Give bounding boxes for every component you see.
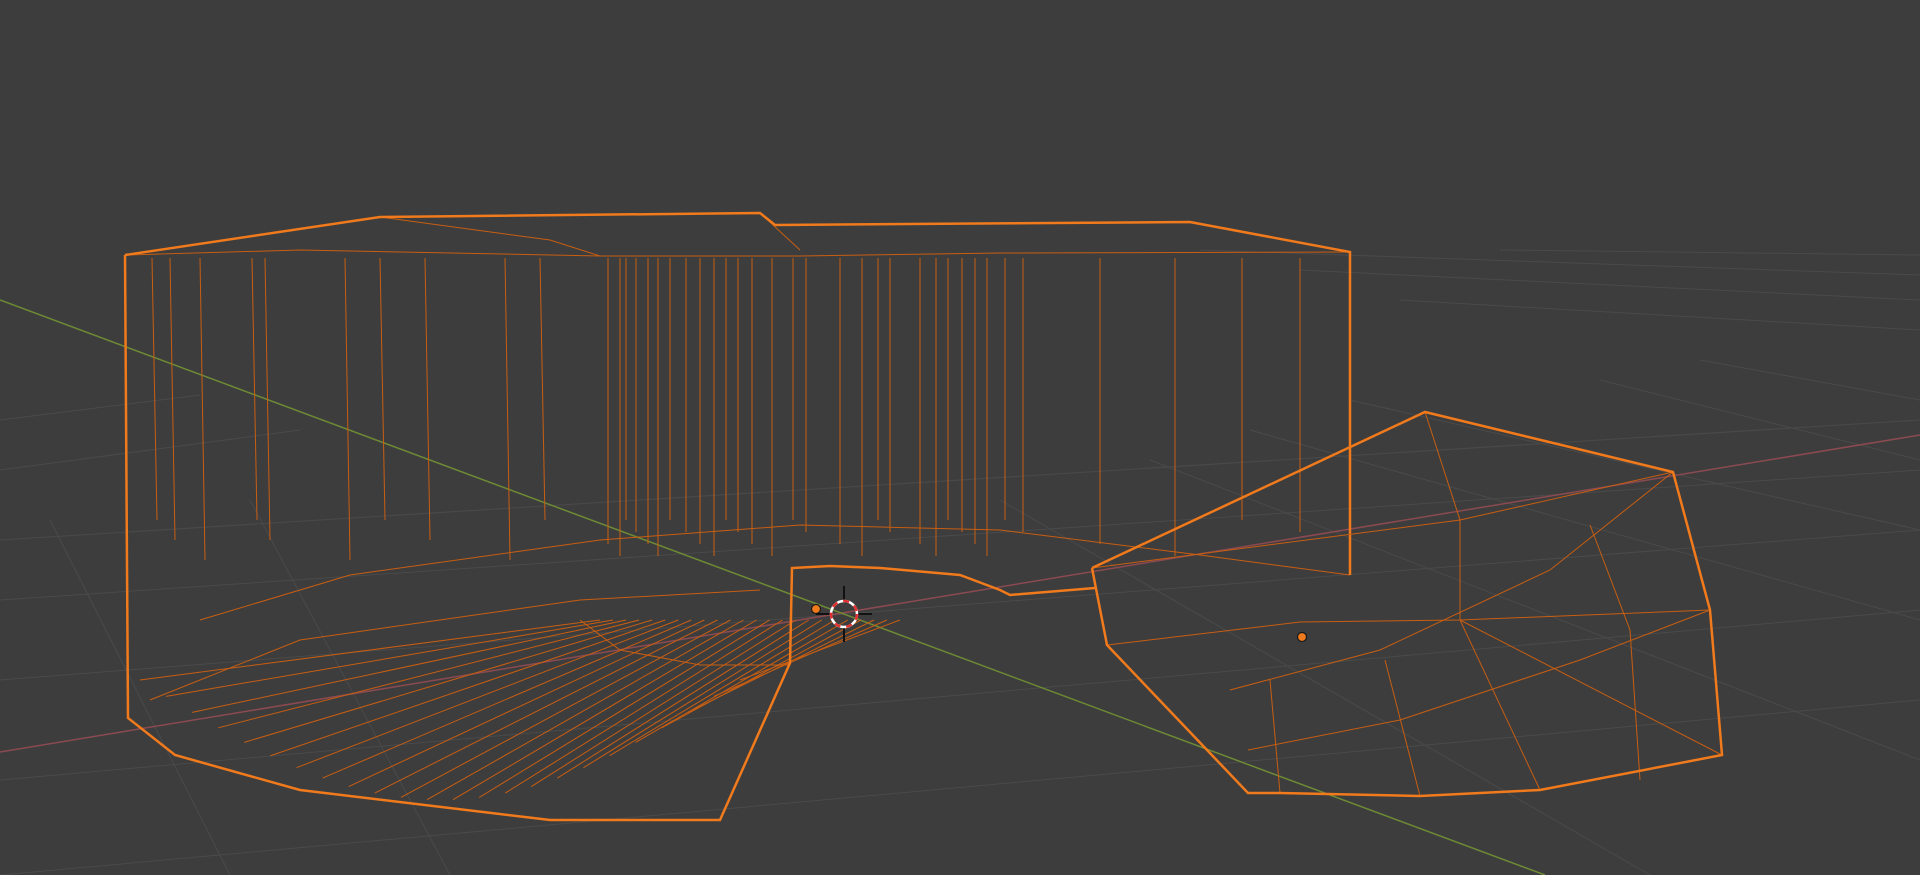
mesh-edge xyxy=(426,619,744,801)
mesh-edge xyxy=(635,619,849,743)
viewport-scene[interactable] xyxy=(0,0,1920,875)
mesh-inner-edge xyxy=(1424,411,1541,791)
mesh-edge xyxy=(661,619,862,729)
selected-mesh-right[interactable] xyxy=(1091,411,1723,797)
object-origin-icon[interactable] xyxy=(810,603,822,615)
mesh-edge xyxy=(504,257,511,561)
mesh-edge xyxy=(424,257,431,541)
mesh-edge xyxy=(478,619,770,798)
mesh-inner-edge xyxy=(1229,471,1674,691)
mesh-inner-edge xyxy=(1589,524,1641,781)
mesh-inner-edge xyxy=(1106,609,1711,646)
selected-mesh-right-outline[interactable] xyxy=(1090,410,1724,798)
floor-grid xyxy=(0,249,1920,875)
mesh-edge xyxy=(348,619,705,787)
mesh-edge xyxy=(270,619,666,757)
object-origin-icon[interactable] xyxy=(1296,631,1308,643)
mesh-edge xyxy=(344,257,351,561)
mesh-inner-edge xyxy=(1269,679,1281,794)
mesh-edge xyxy=(400,619,731,798)
mesh-edge xyxy=(166,619,614,697)
mesh-edge xyxy=(199,257,206,561)
mesh-edge xyxy=(251,257,258,521)
mesh-edge xyxy=(531,619,796,787)
mesh-edge xyxy=(151,257,158,521)
mesh-outline-edge xyxy=(1090,410,1724,798)
selected-mesh-main[interactable] xyxy=(124,212,1351,801)
mesh-edge xyxy=(379,257,386,521)
3d-viewport[interactable] xyxy=(0,0,1920,875)
mesh-edge xyxy=(139,619,601,681)
mesh-ring-edge xyxy=(199,524,1351,621)
mesh-top-edge xyxy=(124,249,1351,257)
mesh-inner-edge xyxy=(1247,609,1711,751)
mesh-inner-edge xyxy=(1384,659,1421,797)
mesh-top-edge xyxy=(379,216,601,257)
mesh-edge xyxy=(713,619,888,697)
mesh-edge xyxy=(583,619,823,769)
mesh-inner-edge xyxy=(1459,619,1723,756)
mesh-edge xyxy=(218,619,640,729)
mesh-edge xyxy=(539,257,546,521)
